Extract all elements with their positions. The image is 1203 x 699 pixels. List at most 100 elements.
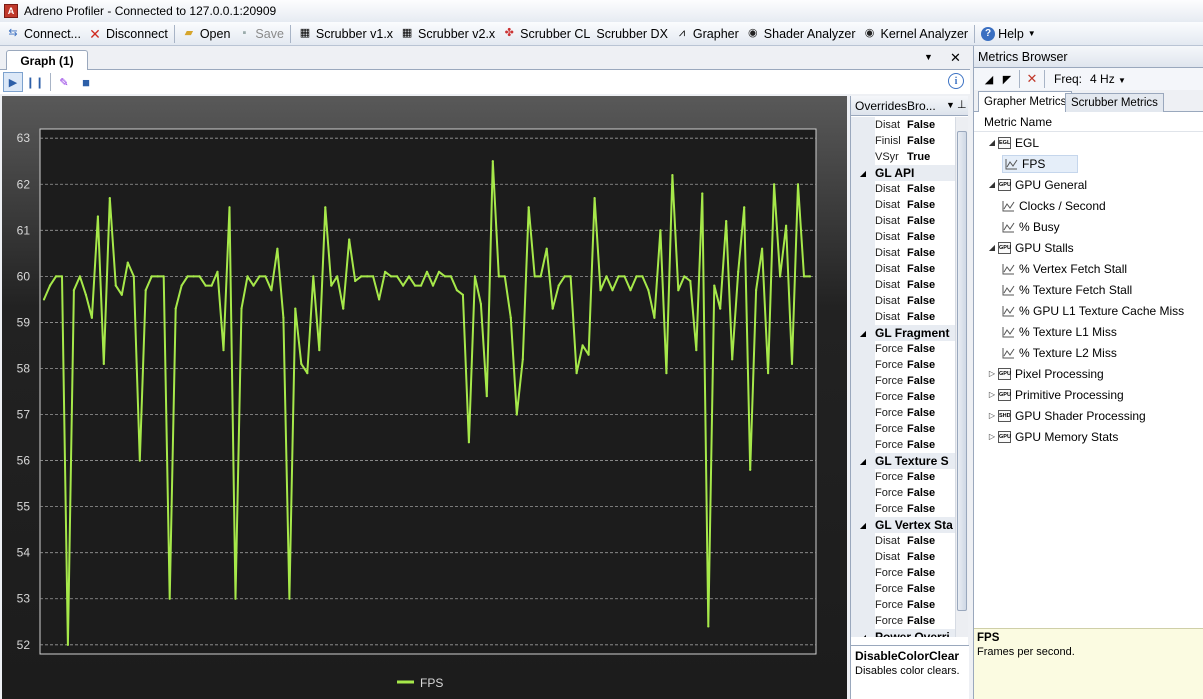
collapse-icon[interactable]: ◢ bbox=[986, 243, 998, 252]
tab-dropdown-icon[interactable]: ▼ bbox=[924, 52, 933, 62]
property-value[interactable]: False bbox=[905, 407, 935, 419]
property-value[interactable]: False bbox=[905, 551, 935, 563]
collapse-icon[interactable]: ◢ bbox=[851, 457, 875, 466]
property-row[interactable]: Disat False bbox=[851, 229, 955, 245]
metric-group[interactable]: ◢ GPU GPU Stalls bbox=[974, 237, 1203, 258]
pin-icon[interactable]: ⊥ bbox=[957, 98, 967, 111]
chevron-down-icon[interactable]: ▼ bbox=[946, 100, 955, 110]
property-value[interactable]: True bbox=[905, 151, 930, 163]
collapse-icon[interactable]: ◢ bbox=[986, 180, 998, 189]
property-value[interactable]: False bbox=[905, 231, 935, 243]
property-row[interactable]: Disat False bbox=[851, 245, 955, 261]
metric-item[interactable]: Clocks / Second bbox=[974, 195, 1203, 216]
property-row[interactable]: Force False bbox=[851, 357, 955, 373]
property-category[interactable]: ◢ GL Vertex Sta bbox=[851, 517, 955, 533]
collapse-icon[interactable]: ◢ bbox=[851, 633, 875, 638]
property-row[interactable]: Disat False bbox=[851, 293, 955, 309]
property-value[interactable]: False bbox=[905, 263, 935, 275]
collapse-icon[interactable]: ◢ bbox=[851, 329, 875, 338]
metric-group[interactable]: ▷ SHD GPU Shader Processing bbox=[974, 405, 1203, 426]
kernel-analyzer-button[interactable]: ◉ Kernel Analyzer bbox=[859, 23, 972, 45]
expand-icon[interactable]: ▷ bbox=[986, 369, 998, 378]
tab-graph[interactable]: Graph (1) bbox=[6, 50, 88, 70]
collapse-all-icon[interactable]: ◢ bbox=[980, 73, 998, 86]
shader-analyzer-button[interactable]: ◉ Shader Analyzer bbox=[742, 23, 859, 45]
property-row[interactable]: Force False bbox=[851, 341, 955, 357]
scrubber-v2-button[interactable]: ▦ Scrubber v2.x bbox=[396, 23, 498, 45]
property-value[interactable]: False bbox=[905, 423, 935, 435]
expand-all-icon[interactable]: ◤ bbox=[998, 73, 1016, 86]
property-row[interactable]: VSyr True bbox=[851, 149, 955, 165]
scrubber-cl-button[interactable]: ✤ Scrubber CL bbox=[498, 23, 593, 45]
collapse-icon[interactable]: ◢ bbox=[851, 169, 875, 178]
remove-metric-icon[interactable]: ✕ bbox=[1023, 71, 1041, 87]
metric-group[interactable]: ◢ EGL EGL bbox=[974, 132, 1203, 153]
property-value[interactable]: False bbox=[905, 599, 935, 611]
property-value[interactable]: False bbox=[905, 119, 935, 131]
metric-item[interactable]: % Texture Fetch Stall bbox=[974, 279, 1203, 300]
expand-icon[interactable]: ▷ bbox=[986, 432, 998, 441]
property-row[interactable]: Force False bbox=[851, 389, 955, 405]
property-row[interactable]: Disat False bbox=[851, 117, 955, 133]
property-value[interactable]: False bbox=[905, 567, 935, 579]
property-value[interactable]: False bbox=[905, 295, 935, 307]
clear-graph-button[interactable]: ✎ bbox=[54, 72, 74, 92]
property-value[interactable]: False bbox=[905, 583, 935, 595]
disconnect-button[interactable]: ✕ Disconnect bbox=[84, 23, 171, 45]
metric-item[interactable]: FPS bbox=[974, 153, 1203, 174]
property-value[interactable]: False bbox=[905, 199, 935, 211]
property-category[interactable]: ◢ GL API bbox=[851, 165, 955, 181]
property-row[interactable]: Force False bbox=[851, 485, 955, 501]
play-button[interactable]: ▶ bbox=[3, 72, 23, 92]
metric-item[interactable]: % Texture L1 Miss bbox=[974, 321, 1203, 342]
save-button[interactable]: ▪ Save bbox=[233, 23, 287, 45]
property-row[interactable]: Force False bbox=[851, 373, 955, 389]
property-category[interactable]: ◢ GL Fragment bbox=[851, 325, 955, 341]
expand-icon[interactable]: ▷ bbox=[986, 411, 998, 420]
tab-scrubber-metrics[interactable]: Scrubber Metrics bbox=[1065, 93, 1164, 112]
property-row[interactable]: Disat False bbox=[851, 213, 955, 229]
metric-group[interactable]: ◢ GPU GPU General bbox=[974, 174, 1203, 195]
property-value[interactable]: False bbox=[905, 471, 935, 483]
property-row[interactable]: Finisl False bbox=[851, 133, 955, 149]
metric-group[interactable]: ▷ GPU Pixel Processing bbox=[974, 363, 1203, 384]
collapse-icon[interactable]: ◢ bbox=[986, 138, 998, 147]
property-value[interactable]: False bbox=[905, 183, 935, 195]
property-row[interactable]: Force False bbox=[851, 565, 955, 581]
property-row[interactable]: Disat False bbox=[851, 277, 955, 293]
tab-grapher-metrics[interactable]: Grapher Metrics bbox=[978, 91, 1073, 112]
property-value[interactable]: False bbox=[905, 135, 935, 147]
property-row[interactable]: Disat False bbox=[851, 309, 955, 325]
property-value[interactable]: False bbox=[905, 375, 935, 387]
property-row[interactable]: Disat False bbox=[851, 197, 955, 213]
property-row[interactable]: Disat False bbox=[851, 261, 955, 277]
pause-button[interactable]: ❙❙ bbox=[25, 72, 45, 92]
scrubber-dx-button[interactable]: Scrubber DX bbox=[593, 23, 671, 45]
scrollbar-thumb[interactable] bbox=[957, 131, 967, 611]
property-value[interactable]: False bbox=[905, 391, 935, 403]
property-value[interactable]: False bbox=[905, 535, 935, 547]
property-value[interactable]: False bbox=[905, 359, 935, 371]
property-row[interactable]: Force False bbox=[851, 469, 955, 485]
connect-button[interactable]: ⇆ Connect... bbox=[2, 23, 84, 45]
metric-item[interactable]: % Texture L2 Miss bbox=[974, 342, 1203, 363]
property-value[interactable]: False bbox=[905, 615, 935, 627]
property-value[interactable]: False bbox=[905, 311, 935, 323]
collapse-icon[interactable]: ◢ bbox=[851, 521, 875, 530]
property-row[interactable]: Disat False bbox=[851, 533, 955, 549]
metric-item[interactable]: % Vertex Fetch Stall bbox=[974, 258, 1203, 279]
metric-item[interactable]: % Busy bbox=[974, 216, 1203, 237]
info-icon[interactable]: i bbox=[948, 73, 964, 89]
property-category[interactable]: ◢ GL Texture S bbox=[851, 453, 955, 469]
freq-select[interactable]: 4 Hz ▼ bbox=[1090, 72, 1126, 86]
property-row[interactable]: Force False bbox=[851, 437, 955, 453]
metric-group[interactable]: ▷ GPU GPU Memory Stats bbox=[974, 426, 1203, 447]
property-row[interactable]: Force False bbox=[851, 405, 955, 421]
overrides-scrollbar[interactable] bbox=[955, 117, 968, 637]
property-value[interactable]: False bbox=[905, 503, 935, 515]
grapher-button[interactable]: ⩘ Grapher bbox=[671, 23, 742, 45]
property-value[interactable]: False bbox=[905, 487, 935, 499]
property-row[interactable]: Force False bbox=[851, 581, 955, 597]
property-row[interactable]: Disat False bbox=[851, 181, 955, 197]
property-value[interactable]: False bbox=[905, 439, 935, 451]
